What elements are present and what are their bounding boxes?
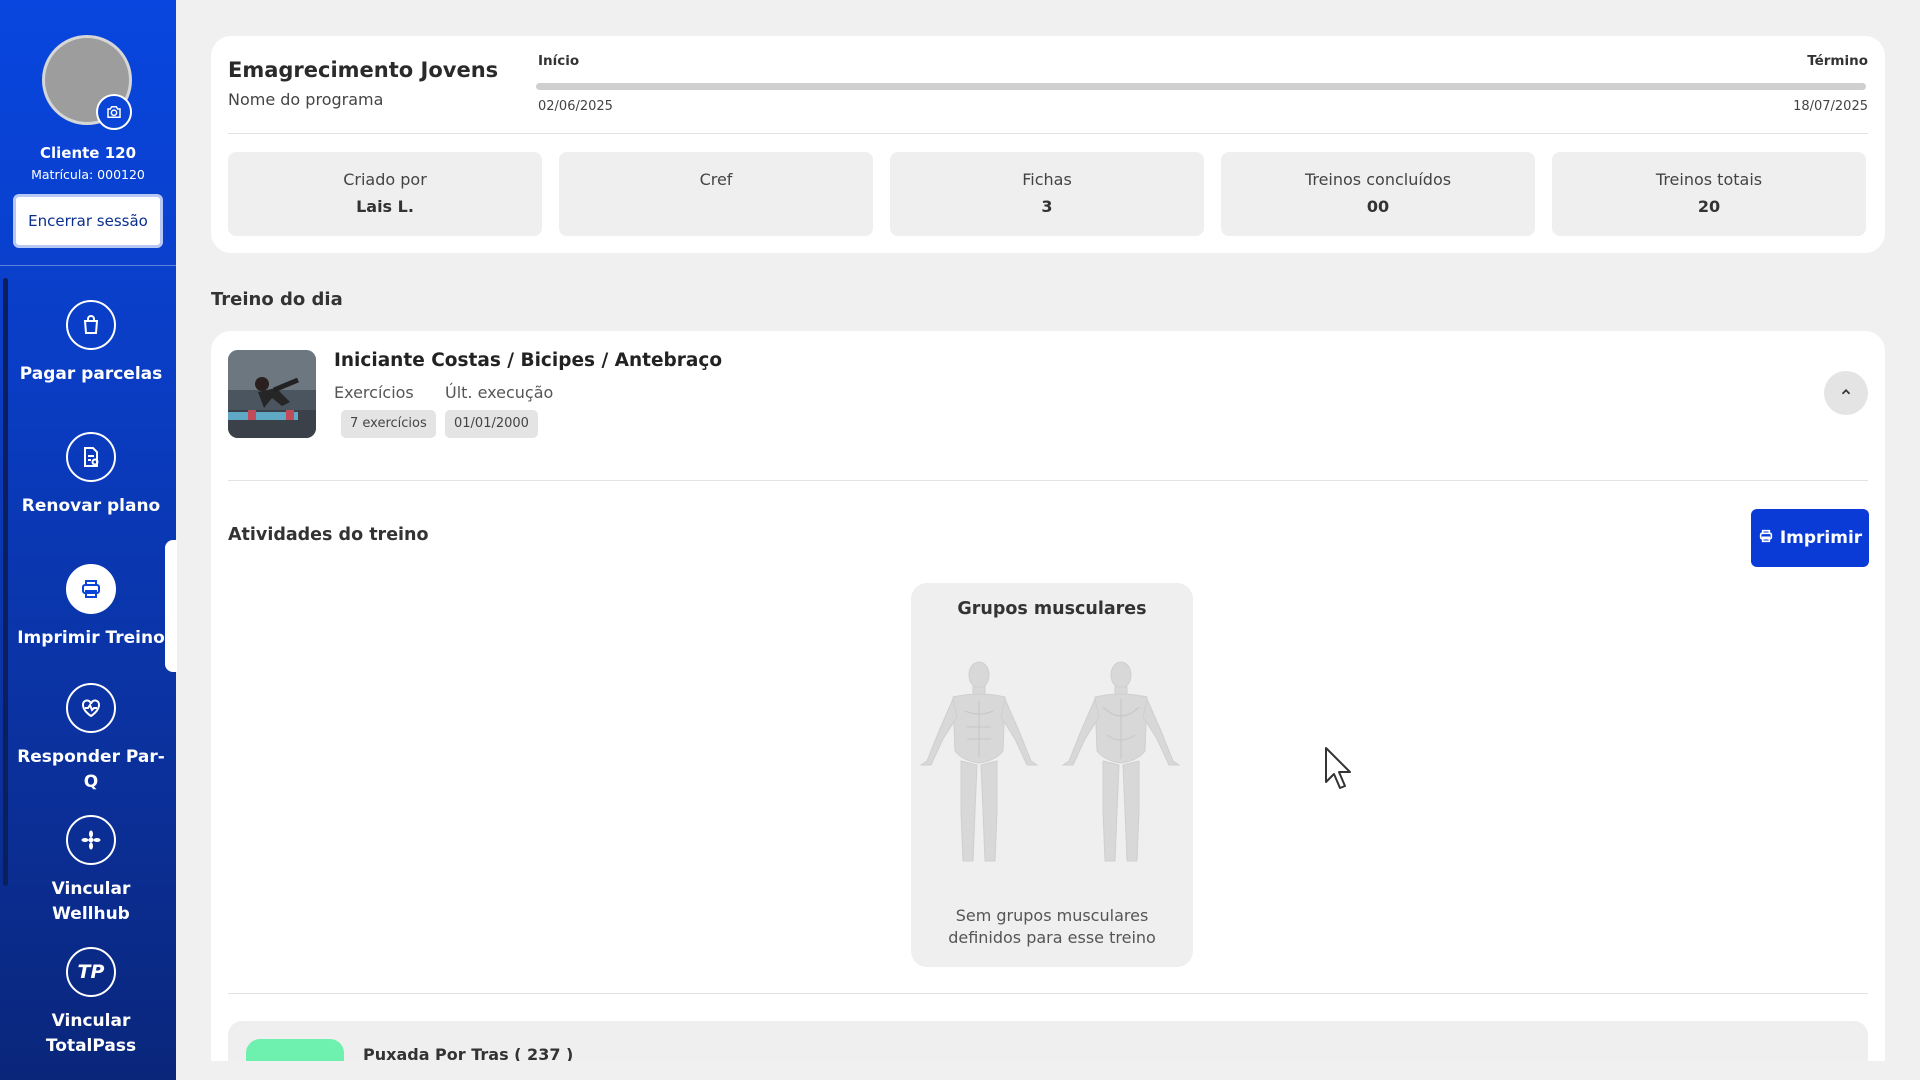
workout-name: Iniciante Costas / Bicipes / Antebraço <box>334 350 723 371</box>
stat-cref: Cref <box>559 152 873 236</box>
exercise-name: Puxada Por Tras ( 237 ) <box>363 1045 574 1061</box>
divider <box>228 480 1868 481</box>
camera-icon[interactable] <box>96 94 132 130</box>
last-execution-label: Últ. execução <box>445 383 554 402</box>
sidebar-item-imprimir-treino[interactable]: Imprimir Treino <box>10 564 172 651</box>
muscle-groups-title: Grupos musculares <box>957 599 1147 619</box>
exercise-thumbnail <box>246 1039 344 1061</box>
stat-value: 3 <box>1041 197 1053 216</box>
program-subtitle: Nome do programa <box>228 90 384 109</box>
sidebar-item-vincular-totalpass[interactable]: TP Vincular TotalPass <box>10 947 172 1059</box>
workout-thumbnail <box>228 350 316 438</box>
chevron-up-icon <box>1839 385 1853 402</box>
stat-value: 20 <box>1697 197 1721 216</box>
sidebar-item-vincular-wellhub[interactable]: Vincular Wellhub <box>10 815 172 927</box>
stat-label: Criado por <box>343 170 427 189</box>
program-title: Emagrecimento Jovens <box>228 58 499 82</box>
sidebar-toggle-tab[interactable] <box>165 540 177 672</box>
start-label: Início <box>538 53 580 69</box>
stat-treinos-totais: Treinos totais 20 <box>1552 152 1866 236</box>
wellhub-icon <box>66 815 116 865</box>
stat-label: Treinos concluídos <box>1304 170 1452 189</box>
body-front-back-illustration <box>919 661 1181 862</box>
stat-label: Fichas <box>1022 170 1072 189</box>
muscle-groups-empty-text: Sem grupos musculares definidos para ess… <box>948 906 1156 947</box>
sidebar-scrollbar[interactable] <box>3 278 8 886</box>
print-button-label: Imprimir <box>1779 528 1863 548</box>
exercises-label: Exercícios <box>334 383 414 402</box>
shopping-bag-icon <box>66 300 116 350</box>
sidebar-item-label: Vincular TotalPass <box>45 1011 137 1056</box>
client-name: Cliente 120 <box>39 144 137 162</box>
sidebar-item-label: Pagar parcelas <box>19 364 163 384</box>
totalpass-icon: TP <box>66 947 116 997</box>
stat-label: Cref <box>699 170 733 189</box>
divider <box>228 993 1868 994</box>
sidebar-item-pagar-parcelas[interactable]: Pagar parcelas <box>10 300 172 387</box>
exercise-list-item[interactable]: Puxada Por Tras ( 237 ) <box>228 1021 1868 1061</box>
end-date: 18/07/2025 <box>1793 99 1868 114</box>
stat-created-by: Criado por Lais L. <box>228 152 542 236</box>
printer-icon <box>66 564 116 614</box>
program-progress-bar <box>536 83 1866 90</box>
sidebar-item-responder-parq[interactable]: Responder Par-Q <box>10 683 172 795</box>
stat-value: Lais L. <box>356 197 414 216</box>
logout-button[interactable]: Encerrar sessão <box>13 194 163 248</box>
workout-card: Iniciante Costas / Bicipes / Antebraço E… <box>211 331 1885 1061</box>
client-registration: Matrícula: 000120 <box>31 167 145 182</box>
collapse-button[interactable] <box>1824 371 1868 415</box>
stat-fichas: Fichas 3 <box>890 152 1204 236</box>
exercises-count-badge: 7 exercícios <box>341 410 436 438</box>
sidebar-item-label: Vincular Wellhub <box>51 879 131 924</box>
start-date: 02/06/2025 <box>538 99 613 114</box>
sidebar-item-label: Imprimir Treino <box>17 628 165 648</box>
end-label: Término <box>1807 53 1868 69</box>
stat-label: Treinos totais <box>1655 170 1763 189</box>
sidebar: Cliente 120 Matrícula: 000120 Encerrar s… <box>0 0 176 1080</box>
sidebar-item-renovar-plano[interactable]: Renovar plano <box>10 432 172 519</box>
divider <box>228 133 1868 134</box>
muscle-groups-panel: Grupos musculares Sem grupos musculares … <box>911 583 1193 967</box>
program-card: Emagrecimento Jovens Nome do programa In… <box>211 36 1885 253</box>
profile-section: Cliente 120 Matrícula: 000120 Encerrar s… <box>0 0 176 266</box>
document-renew-icon <box>66 432 116 482</box>
printer-icon <box>1758 528 1774 549</box>
section-title-treino-do-dia: Treino do dia <box>211 289 343 310</box>
stat-treinos-concluidos: Treinos concluídos 00 <box>1221 152 1535 236</box>
stat-value: 00 <box>1366 197 1390 216</box>
sidebar-item-label: Responder Par-Q <box>17 747 165 792</box>
heart-pulse-icon <box>66 683 116 733</box>
print-button[interactable]: Imprimir <box>1751 509 1869 567</box>
last-execution-badge: 01/01/2000 <box>445 410 538 438</box>
sidebar-item-label: Renovar plano <box>21 496 161 516</box>
mouse-cursor-icon <box>1325 747 1351 789</box>
activities-title: Atividades do treino <box>228 525 429 545</box>
